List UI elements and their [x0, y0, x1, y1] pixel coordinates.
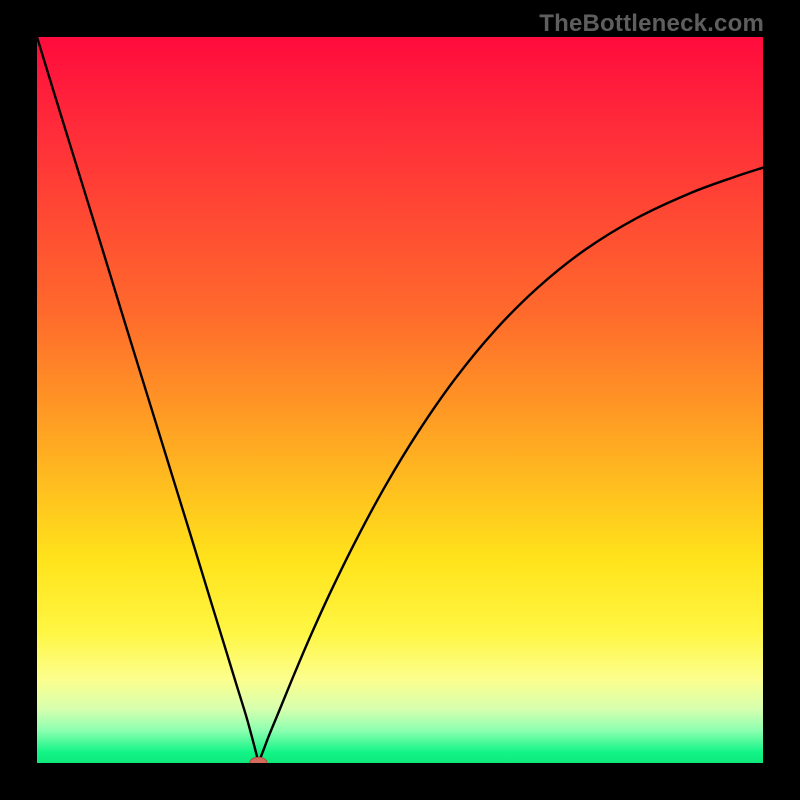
- watermark-text: TheBottleneck.com: [539, 10, 764, 38]
- gradient-background: [37, 37, 763, 763]
- plot-area: [37, 37, 763, 763]
- bottleneck-chart: [37, 37, 763, 763]
- chart-frame: TheBottleneck.com: [0, 0, 800, 800]
